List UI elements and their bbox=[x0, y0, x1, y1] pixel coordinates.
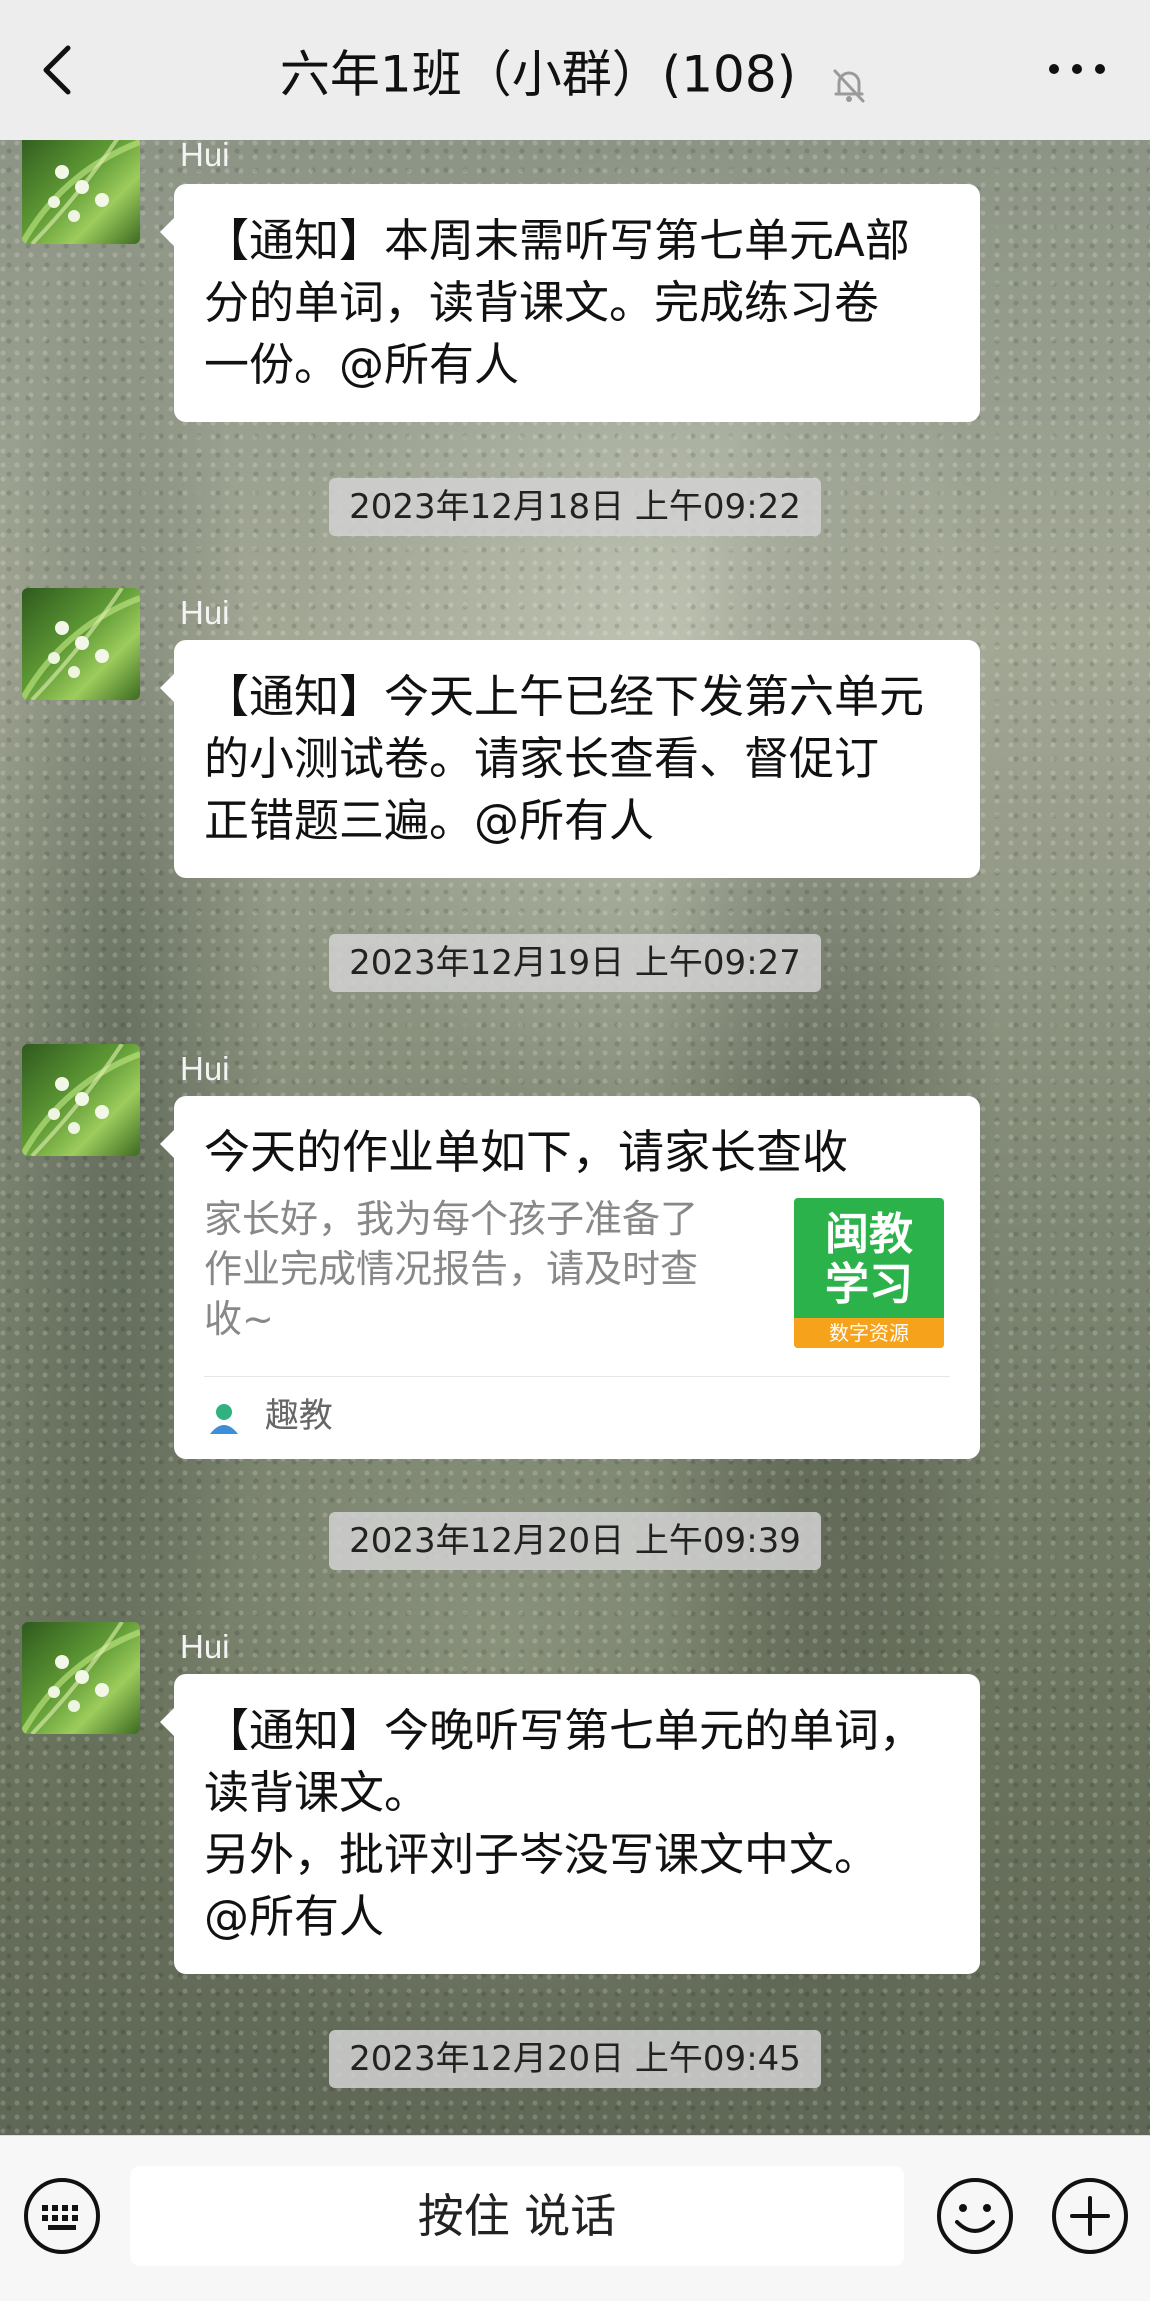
card-body: 家长好，我为每个孩子准备了 作业完成情况报告，请及时查 收~ 闽教 学习 数字资… bbox=[204, 1194, 950, 1354]
emoji-button[interactable] bbox=[935, 2176, 1015, 2256]
keyboard-icon bbox=[24, 2178, 100, 2254]
timestamp-text: 2023年12月20日 上午09:39 bbox=[329, 1512, 821, 1570]
sender-name: Hui bbox=[180, 1050, 230, 1087]
message-text: 的小测试卷。请家长查看、督促订 bbox=[204, 732, 880, 785]
timestamp: 2023年12月20日 上午09:45 bbox=[0, 2030, 1150, 2088]
source-name: 趣教 bbox=[264, 1396, 333, 1436]
hold-to-talk-button[interactable]: 按住 说话 bbox=[130, 2166, 904, 2266]
message-bubble[interactable]: 【通知】今晚听写第七单元的单词， 读背课文。 另外，批评刘子岑没写课文中文。 @… bbox=[160, 1674, 980, 1974]
timestamp-text: 2023年12月20日 上午09:45 bbox=[329, 2030, 821, 2088]
message-text: 分的单词，读背课文。完成练习卷 bbox=[204, 276, 880, 329]
thumb-line1: 闽教 bbox=[825, 1209, 913, 1260]
more-actions-button[interactable] bbox=[1050, 2176, 1130, 2256]
avatar[interactable] bbox=[22, 588, 140, 700]
input-bar: 按住 说话 bbox=[0, 2135, 1150, 2301]
thumb-subtitle: 数字资源 bbox=[794, 1318, 944, 1348]
emoji-icon bbox=[937, 2178, 1013, 2254]
bell-off-icon bbox=[828, 54, 870, 102]
timestamp-text: 2023年12月18日 上午09:22 bbox=[329, 478, 821, 536]
more-button[interactable] bbox=[1042, 44, 1112, 94]
message-text: 读背课文。 bbox=[204, 1766, 430, 1819]
message-text: 【通知】今天上午已经下发第六单元 bbox=[204, 670, 925, 723]
chat-title: 六年1班（小群）(108) bbox=[0, 36, 1150, 106]
keyboard-button[interactable] bbox=[22, 2176, 102, 2256]
message-text: 【通知】本周末需听写第七单元A部 bbox=[204, 214, 910, 267]
sender-name: Hui bbox=[180, 594, 230, 631]
card-source: 趣教 bbox=[204, 1376, 950, 1441]
card-title: 今天的作业单如下，请家长查收 bbox=[204, 1125, 848, 1179]
message-text: 一份。@所有人 bbox=[204, 338, 520, 391]
message-text: 正错题三遍。@所有人 bbox=[204, 794, 655, 847]
avatar[interactable] bbox=[22, 1622, 140, 1734]
source-logo-icon bbox=[204, 1398, 244, 1438]
card-description: 家长好，我为每个孩子准备了 作业完成情况报告，请及时查 收~ bbox=[204, 1194, 744, 1344]
avatar[interactable] bbox=[22, 140, 140, 244]
message-text: @所有人 bbox=[204, 1890, 385, 1943]
card-thumbnail: 闽教 学习 数字资源 bbox=[794, 1198, 944, 1348]
link-card[interactable]: 今天的作业单如下，请家长查收 家长好，我为每个孩子准备了 作业完成情况报告，请及… bbox=[160, 1096, 980, 1459]
avatar[interactable] bbox=[22, 1044, 140, 1156]
chat-area[interactable]: Hui 【通知】本周末需听写第七单元A部 分的单词，读背课文。完成练习卷 一份。… bbox=[0, 140, 1150, 2135]
sender-name: Hui bbox=[180, 1628, 230, 1665]
message-bubble[interactable]: 【通知】本周末需听写第七单元A部 分的单词，读背课文。完成练习卷 一份。@所有人 bbox=[160, 184, 980, 422]
more-dots-icon bbox=[1049, 64, 1105, 74]
timestamp: 2023年12月18日 上午09:22 bbox=[0, 478, 1150, 536]
card-description-line: 作业完成情况报告，请及时查 bbox=[204, 1247, 699, 1291]
timestamp: 2023年12月19日 上午09:27 bbox=[0, 934, 1150, 992]
message-text: 另外，批评刘子岑没写课文中文。 bbox=[204, 1828, 880, 1881]
group-name: 六年1班（小群）(108) bbox=[279, 45, 797, 104]
thumb-line2: 学习 bbox=[825, 1259, 913, 1310]
timestamp: 2023年12月20日 上午09:39 bbox=[0, 1512, 1150, 1570]
plus-icon bbox=[1052, 2178, 1128, 2254]
card-description-line: 家长好，我为每个孩子准备了 bbox=[204, 1197, 699, 1241]
sender-name: Hui bbox=[180, 140, 230, 173]
message-bubble[interactable]: 【通知】今天上午已经下发第六单元 的小测试卷。请家长查看、督促订 正错题三遍。@… bbox=[160, 640, 980, 878]
card-description-line: 收~ bbox=[204, 1297, 274, 1341]
message-text: 【通知】今晚听写第七单元的单词， bbox=[204, 1704, 925, 1757]
chat-header: 六年1班（小群）(108) bbox=[0, 0, 1150, 141]
timestamp-text: 2023年12月19日 上午09:27 bbox=[329, 934, 821, 992]
